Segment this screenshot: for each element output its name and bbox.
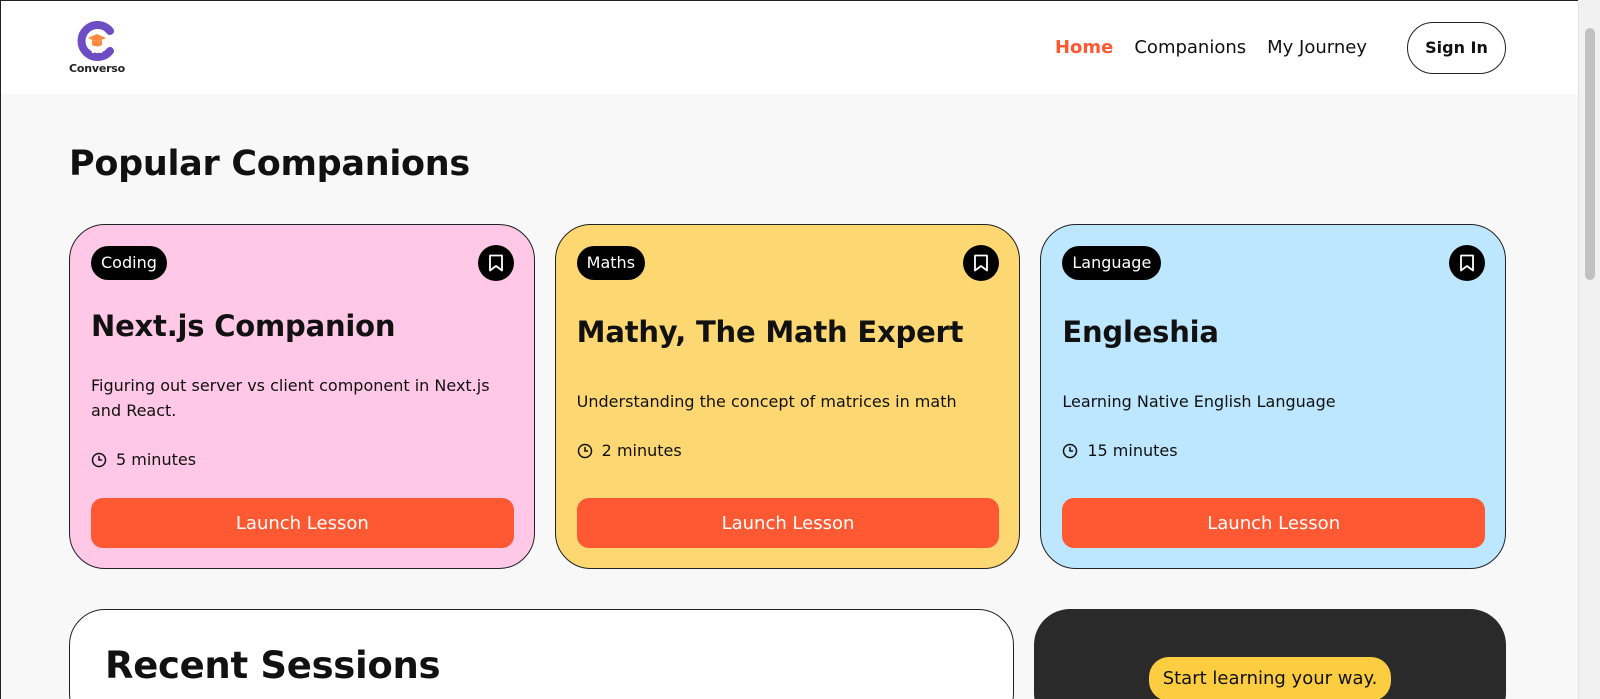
card-header: Coding	[91, 245, 514, 281]
main-content: Popular Companions Coding Next.js Compan…	[1, 144, 1578, 699]
navbar: Converso Home Companions My Journey Sign…	[1, 1, 1578, 94]
page: Converso Home Companions My Journey Sign…	[0, 0, 1578, 699]
scrollbar-thumb[interactable]	[1585, 28, 1595, 280]
companion-topic: Figuring out server vs client component …	[91, 376, 490, 420]
bookmark-icon	[1460, 254, 1474, 272]
bookmark-icon	[974, 254, 989, 272]
brand-logo[interactable]: Converso	[68, 20, 126, 75]
nav-link-companions[interactable]: Companions	[1134, 37, 1246, 58]
card-header: Maths	[576, 245, 1000, 281]
clock-icon	[1063, 443, 1078, 458]
launch-lesson-button[interactable]: Launch Lesson	[576, 498, 1000, 548]
duration: 5 minutes	[91, 450, 514, 469]
subject-badge: Language	[1062, 246, 1162, 280]
duration-text: 2 minutes	[601, 441, 682, 460]
subject-badge: Maths	[576, 246, 646, 280]
card-header: Language	[1062, 245, 1486, 281]
companion-card-coding[interactable]: Coding Next.js Companion Figuring out se…	[69, 224, 535, 569]
bottom-section: Recent Sessions Start learning your way.	[69, 609, 1506, 699]
duration: 2 minutes	[577, 441, 1000, 460]
nav-links: Home Companions My Journey	[1055, 37, 1367, 58]
companion-name: Mathy, The Math Expert	[576, 315, 964, 349]
launch-lesson-button[interactable]: Launch Lesson	[91, 498, 514, 548]
cta-panel: Start learning your way.	[1034, 609, 1506, 699]
recent-sessions-title: Recent Sessions	[105, 644, 441, 687]
companion-card-maths[interactable]: Maths Mathy, The Math Expert Understandi…	[554, 224, 1021, 569]
subject-badge: Coding	[91, 246, 167, 280]
bookmark-button[interactable]	[1449, 245, 1486, 281]
companion-name: Next.js Companion	[91, 309, 396, 343]
recent-sessions-panel: Recent Sessions	[69, 609, 1014, 699]
bookmark-icon	[488, 254, 503, 272]
nav-menu: Home Companions My Journey Sign In	[1055, 21, 1506, 74]
duration-text: 5 minutes	[116, 450, 197, 469]
nav-link-my-journey[interactable]: My Journey	[1267, 37, 1367, 58]
companion-topic: Learning Native English Language	[1062, 392, 1336, 411]
clock-icon	[577, 443, 592, 458]
sign-in-button[interactable]: Sign In	[1407, 21, 1506, 74]
companion-cards: Coding Next.js Companion Figuring out se…	[69, 224, 1507, 569]
bookmark-button[interactable]	[477, 245, 514, 281]
cta-badge: Start learning your way.	[1148, 657, 1392, 699]
companion-card-language[interactable]: Language Engleshia Learning Native Engli…	[1040, 224, 1507, 569]
page-scrollbar[interactable]	[1578, 0, 1600, 699]
bookmark-button[interactable]	[963, 245, 1000, 281]
converso-logo-icon	[77, 20, 114, 61]
duration: 15 minutes	[1062, 441, 1485, 460]
brand-name: Converso	[68, 61, 126, 75]
nav-link-home[interactable]: Home	[1055, 37, 1113, 58]
companion-topic: Understanding the concept of matrices in…	[576, 392, 957, 411]
launch-lesson-button[interactable]: Launch Lesson	[1062, 498, 1486, 548]
duration-text: 15 minutes	[1087, 441, 1178, 460]
companion-name: Engleshia	[1062, 315, 1219, 349]
clock-icon	[91, 452, 107, 467]
popular-companions-title: Popular Companions	[69, 144, 470, 184]
